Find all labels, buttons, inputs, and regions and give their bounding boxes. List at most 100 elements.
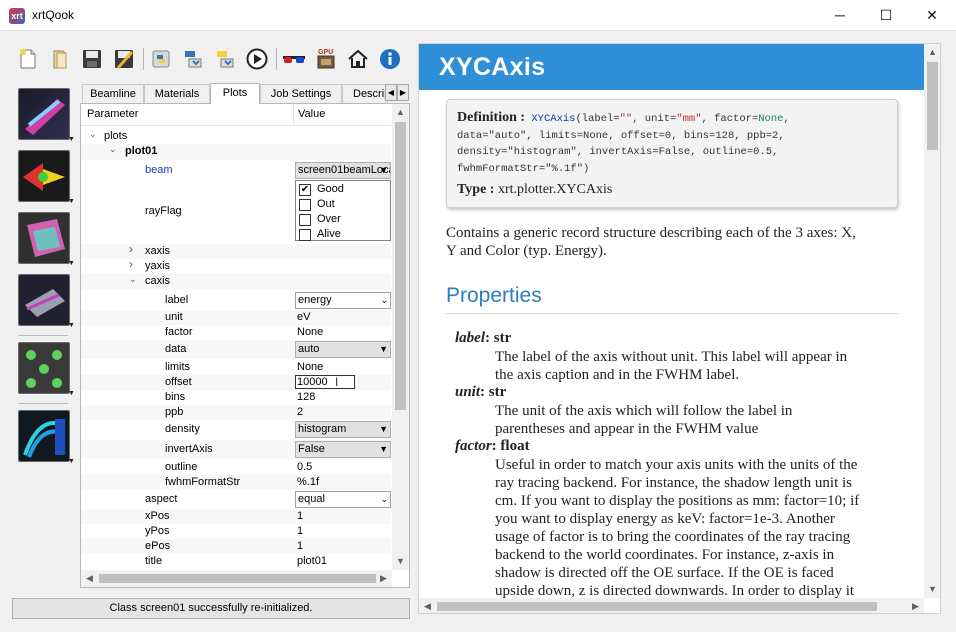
maximize-button[interactable]: ☐ <box>863 0 909 31</box>
screens-dropdown-icon[interactable]: ▼ <box>68 458 75 465</box>
tree-row-data[interactable]: data auto ▼ <box>81 340 391 359</box>
crystal-lattice-button[interactable] <box>18 342 70 394</box>
tab-description[interactable]: Description <box>342 84 388 103</box>
tree-row-limits[interactable]: limits None <box>81 360 391 375</box>
new-file-icon[interactable] <box>14 44 42 74</box>
tab-beamline[interactable]: Beamline <box>82 84 144 103</box>
tab-job-settings[interactable]: Job Settings <box>260 84 342 103</box>
tab-materials[interactable]: Materials <box>144 84 210 103</box>
tree-row-label[interactable]: label energy ⌄ <box>81 291 391 309</box>
label-select[interactable]: energy ⌄ <box>295 292 391 309</box>
info-icon[interactable] <box>376 44 404 74</box>
scroll-right-icon[interactable]: ▶ <box>375 573 392 584</box>
scroll-left-icon[interactable]: ◀ <box>419 601 436 612</box>
value-xpos[interactable]: 1 <box>297 510 303 522</box>
doc-vertical-scrollbar[interactable]: ▲ ▼ <box>924 44 940 598</box>
invertaxis-select[interactable]: False ▼ <box>295 441 391 458</box>
apertures-button[interactable] <box>18 274 70 326</box>
tree-row-plots[interactable]: ⌄ plots <box>81 129 391 144</box>
doc-scroll-thumb[interactable] <box>927 62 938 150</box>
tree-row-yaxis[interactable]: › yaxis <box>81 257 391 274</box>
materials-button[interactable] <box>18 212 70 264</box>
tree-row-factor[interactable]: factor None <box>81 325 391 340</box>
expand-icon[interactable]: ⌄ <box>89 129 97 140</box>
collapse-icon[interactable]: › <box>129 242 133 256</box>
doc-hscroll-thumb[interactable] <box>437 602 877 611</box>
tree-vertical-scrollbar[interactable]: ▲ ▼ <box>392 104 409 570</box>
tab-scroll-right-button[interactable]: ▶ <box>397 84 409 101</box>
apertures-dropdown-icon[interactable]: ▼ <box>68 322 75 329</box>
checkbox-checked-icon[interactable]: ✔ <box>299 184 311 196</box>
optical-elements-dropdown-icon[interactable]: ▼ <box>68 198 75 205</box>
scroll-left-icon[interactable]: ◀ <box>81 573 98 584</box>
tab-plots[interactable]: Plots <box>210 83 260 104</box>
checkbox-icon[interactable] <box>299 214 311 226</box>
scroll-up-icon[interactable]: ▲ <box>392 107 409 117</box>
save-code-icon[interactable] <box>211 44 239 74</box>
tree-horizontal-scrollbar[interactable]: ◀ ▶ <box>81 570 392 587</box>
sources-dropdown-icon[interactable]: ▼ <box>68 136 75 143</box>
tree-row-beam[interactable]: beam screen01beamLocal01▼ <box>81 161 391 179</box>
scroll-down-icon[interactable]: ▼ <box>392 556 409 566</box>
tree-row-xpos[interactable]: xPos 1 <box>81 509 391 524</box>
gpu-icon[interactable]: GPU <box>312 44 340 74</box>
glow-3d-icon[interactable] <box>280 44 308 74</box>
value-limits[interactable]: None <box>297 361 323 373</box>
value-column-header[interactable]: Value <box>298 108 325 120</box>
value-bins[interactable]: 128 <box>297 391 315 403</box>
expand-icon[interactable]: ⌄ <box>109 144 117 155</box>
value-fwhmformatstr[interactable]: %.1f <box>297 476 319 488</box>
close-button[interactable]: ✕ <box>909 0 955 31</box>
checkbox-icon[interactable] <box>299 229 311 241</box>
tree-row-aspect[interactable]: aspect equal ⌄ <box>81 490 391 508</box>
tree-row-invertaxis[interactable]: invertAxis False ▼ <box>81 440 391 459</box>
save-python-icon[interactable] <box>179 44 207 74</box>
value-ppb[interactable]: 2 <box>297 406 303 418</box>
crystal-lattice-dropdown-icon[interactable]: ▼ <box>68 390 75 397</box>
materials-dropdown-icon[interactable]: ▼ <box>68 260 75 267</box>
expand-icon[interactable]: ⌄ <box>129 274 137 285</box>
screens-button[interactable] <box>18 410 70 462</box>
save-as-icon[interactable] <box>110 44 138 74</box>
home-icon[interactable] <box>344 44 372 74</box>
beam-select[interactable]: screen01beamLocal01▼ <box>295 162 391 179</box>
value-ypos[interactable]: 1 <box>297 525 303 537</box>
save-icon[interactable] <box>78 44 106 74</box>
tree-row-ypos[interactable]: yPos 1 <box>81 524 391 539</box>
tree-row-density[interactable]: density histogram ▼ <box>81 420 391 439</box>
scroll-right-icon[interactable]: ▶ <box>907 601 924 612</box>
collapse-icon[interactable]: › <box>129 257 133 271</box>
run-icon[interactable] <box>243 44 271 74</box>
tree-row-rayflag[interactable]: rayFlag ✔ Good Out Over Alive <box>81 180 391 242</box>
value-title[interactable]: plot01 <box>297 555 327 567</box>
minimize-button[interactable]: ─ <box>817 0 863 31</box>
scroll-up-icon[interactable]: ▲ <box>924 47 940 57</box>
tree-scroll-thumb[interactable] <box>395 122 406 410</box>
aspect-select[interactable]: equal ⌄ <box>295 491 391 508</box>
tree-row-title[interactable]: title plot01 <box>81 554 391 568</box>
tab-scroll-left-button[interactable]: ◀ <box>385 84 397 101</box>
value-unit[interactable]: eV <box>297 311 310 323</box>
scroll-down-icon[interactable]: ▼ <box>924 584 940 594</box>
offset-input[interactable]: 10000 <box>295 375 355 389</box>
checkbox-icon[interactable] <box>299 199 311 211</box>
column-separator[interactable] <box>293 104 294 126</box>
density-select[interactable]: histogram ▼ <box>295 421 391 438</box>
parameter-column-header[interactable]: Parameter <box>87 108 138 120</box>
optical-elements-button[interactable] <box>18 150 70 202</box>
tree-row-unit[interactable]: unit eV <box>81 310 391 325</box>
tree-row-fwhmformatstr[interactable]: fwhmFormatStr %.1f <box>81 475 391 490</box>
tree-row-offset[interactable]: offset 10000 I <box>81 375 391 390</box>
value-outline[interactable]: 0.5 <box>297 461 312 473</box>
tree-row-ppb[interactable]: ppb 2 <box>81 405 391 420</box>
sources-button[interactable] <box>18 88 70 140</box>
tree-row-caxis[interactable]: ⌄ caxis <box>81 274 391 290</box>
tree-hscroll-thumb[interactable] <box>99 574 376 583</box>
tree-row-plot01[interactable]: ⌄ plot01 <box>81 144 391 160</box>
tree-row-epos[interactable]: ePos 1 <box>81 539 391 554</box>
open-file-icon[interactable] <box>46 44 74 74</box>
generate-python-icon[interactable] <box>147 44 175 74</box>
doc-horizontal-scrollbar[interactable]: ◀ ▶ <box>419 598 924 613</box>
tree-row-outline[interactable]: outline 0.5 <box>81 460 391 475</box>
value-factor[interactable]: None <box>297 326 323 338</box>
